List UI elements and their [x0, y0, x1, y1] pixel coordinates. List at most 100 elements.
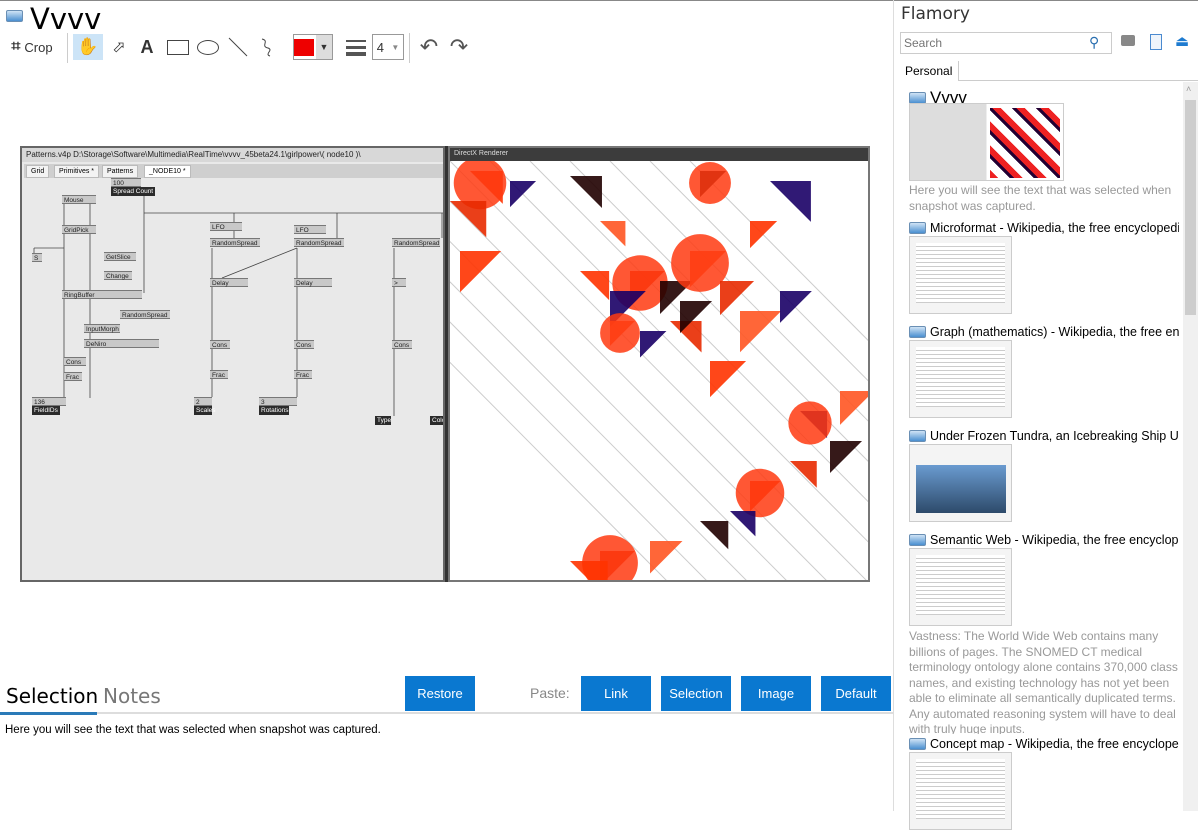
snapshot-image: Patterns.v4p D:\Storage\Software\Multime… [20, 146, 870, 582]
ellipse-tool-button[interactable] [195, 34, 221, 60]
circle-shape [600, 313, 640, 353]
paste-link-button[interactable]: Link [581, 676, 651, 711]
tab-notes[interactable]: Notes [103, 684, 161, 708]
tab-underline [0, 712, 893, 714]
chevron-down-icon: ▼ [391, 42, 400, 52]
patch-node: Cons [64, 357, 86, 366]
patch-node: Rotations [259, 406, 289, 415]
text-tool-button[interactable]: A [136, 34, 158, 60]
snapshot-thumbnail[interactable] [909, 103, 1064, 181]
patch-node: Frac [294, 370, 312, 379]
grid-line [450, 321, 707, 580]
patch-node: > [392, 278, 406, 287]
camera-icon[interactable] [1121, 35, 1135, 46]
patch-editor-window: Patterns.v4p D:\Storage\Software\Multime… [20, 146, 445, 582]
app-icon [6, 10, 23, 22]
freehand-tool-button[interactable] [257, 34, 279, 60]
undo-button[interactable]: ↶ [416, 34, 442, 60]
patch-node: Mouse [62, 195, 96, 204]
patch-node: RandomSpread [210, 238, 260, 247]
restore-button[interactable]: Restore [405, 676, 475, 711]
snapshot-item-title[interactable]: Graph (mathematics) - Wikipedia, the fre… [909, 325, 1179, 339]
circle-shape [689, 162, 731, 204]
triangle-shape [840, 391, 868, 425]
patch-node: DeNiro [84, 339, 159, 348]
thumbnail-photo [916, 465, 1006, 513]
triangle-shape [710, 361, 747, 398]
stroke-width-select[interactable]: 4 ▼ [372, 34, 404, 60]
patch-node: FieldIDs [32, 406, 60, 415]
crop-button[interactable]: ⌗ Crop [6, 34, 58, 60]
snapshot-item-title[interactable]: Microformat - Wikipedia, the free encycl… [909, 221, 1179, 235]
triangle-shape [460, 251, 502, 293]
thumbnail-text [916, 347, 1005, 407]
document-icon[interactable] [1150, 34, 1162, 50]
search-input[interactable] [900, 32, 1112, 54]
select-tool-button[interactable]: ⬀ [108, 34, 130, 60]
snapshot-thumbnail[interactable] [909, 340, 1012, 418]
paste-default-button[interactable]: Default [821, 676, 891, 711]
color-picker[interactable]: ▼ [293, 34, 333, 60]
triangle-shape [720, 281, 755, 316]
patch-node: Frac [64, 372, 82, 381]
wire [221, 247, 298, 279]
hand-tool-button[interactable]: ✋ [73, 34, 103, 60]
grid-line [450, 161, 867, 580]
patch-node: LFO [294, 225, 326, 234]
thumbnail-text [916, 243, 1005, 303]
triangle-shape [640, 331, 667, 358]
app-icon [909, 430, 926, 442]
tab-selection[interactable]: Selection [6, 684, 98, 708]
renderer-artwork [450, 161, 868, 580]
snapshot-item-title[interactable]: Concept map - Wikipedia, the free encycl… [909, 737, 1179, 751]
triangle-shape [780, 291, 812, 323]
item-title-text: Semantic Web - Wikipedia, the free encyc… [930, 533, 1179, 547]
collapse-top-icon[interactable]: ⏏ [1175, 34, 1189, 50]
patch-node: GetSlice [104, 252, 136, 261]
patch-node: Delay [210, 278, 248, 287]
panel-divider [893, 0, 894, 811]
scrollbar-thumb[interactable] [1185, 100, 1196, 315]
page-title: Vvvv [30, 2, 102, 36]
color-swatch [294, 38, 314, 56]
patch-node: 3 [259, 397, 297, 406]
paste-selection-button[interactable]: Selection [661, 676, 731, 711]
snapshot-thumbnail[interactable] [909, 236, 1012, 314]
thumbnail-art [990, 108, 1060, 178]
snapshot-thumbnail[interactable] [909, 548, 1012, 626]
triangle-shape [790, 461, 817, 488]
hand-icon: ✋ [77, 37, 99, 56]
renderer-window: DirectX Renderer [448, 146, 870, 582]
triangle-shape [450, 201, 487, 238]
search-icon[interactable]: ⚲ [1089, 34, 1099, 51]
snapshot-item-title[interactable]: Semantic Web - Wikipedia, the free encyc… [909, 533, 1179, 547]
redo-button[interactable]: ↷ [446, 34, 472, 60]
patch-node: RandomSpread [392, 238, 440, 247]
line-icon [228, 37, 248, 57]
triangle-shape [770, 181, 811, 222]
crop-icon: ⌗ [11, 38, 21, 55]
app-icon [909, 222, 926, 234]
snapshot-thumbnail[interactable] [909, 752, 1012, 830]
redo-icon: ↷ [449, 34, 469, 59]
patch-node: Change [104, 271, 132, 280]
tab-personal[interactable]: Personal [899, 61, 959, 81]
snapshot-item-title[interactable]: Under Frozen Tundra, an Icebreaking Ship… [909, 429, 1179, 443]
toolbar: ⌗ Crop ✋ ⬀ A ▼ 4 ▼ ↶ ↷ [0, 32, 500, 63]
active-tab-indicator [0, 712, 97, 715]
patch-node: Colo [430, 416, 445, 425]
patch-node: S [32, 253, 42, 262]
triangle-shape [600, 221, 626, 247]
snapshot-thumbnail[interactable] [909, 444, 1012, 522]
grid-line [489, 161, 868, 543]
snapshot-description: Vastness: The World Wide Web contains ma… [909, 629, 1178, 734]
item-title-text: Graph (mathematics) - Wikipedia, the fre… [930, 325, 1179, 339]
scroll-up-icon[interactable]: ˄ [1186, 84, 1191, 94]
paste-image-button[interactable]: Image [741, 676, 811, 711]
item-title-text: Under Frozen Tundra, an Icebreaking Ship… [930, 429, 1179, 443]
line-tool-button[interactable] [226, 34, 250, 60]
rectangle-tool-button[interactable] [165, 34, 191, 60]
chevron-down-icon: ▼ [316, 35, 332, 59]
app-icon [909, 326, 926, 338]
triangle-shape [740, 311, 782, 353]
